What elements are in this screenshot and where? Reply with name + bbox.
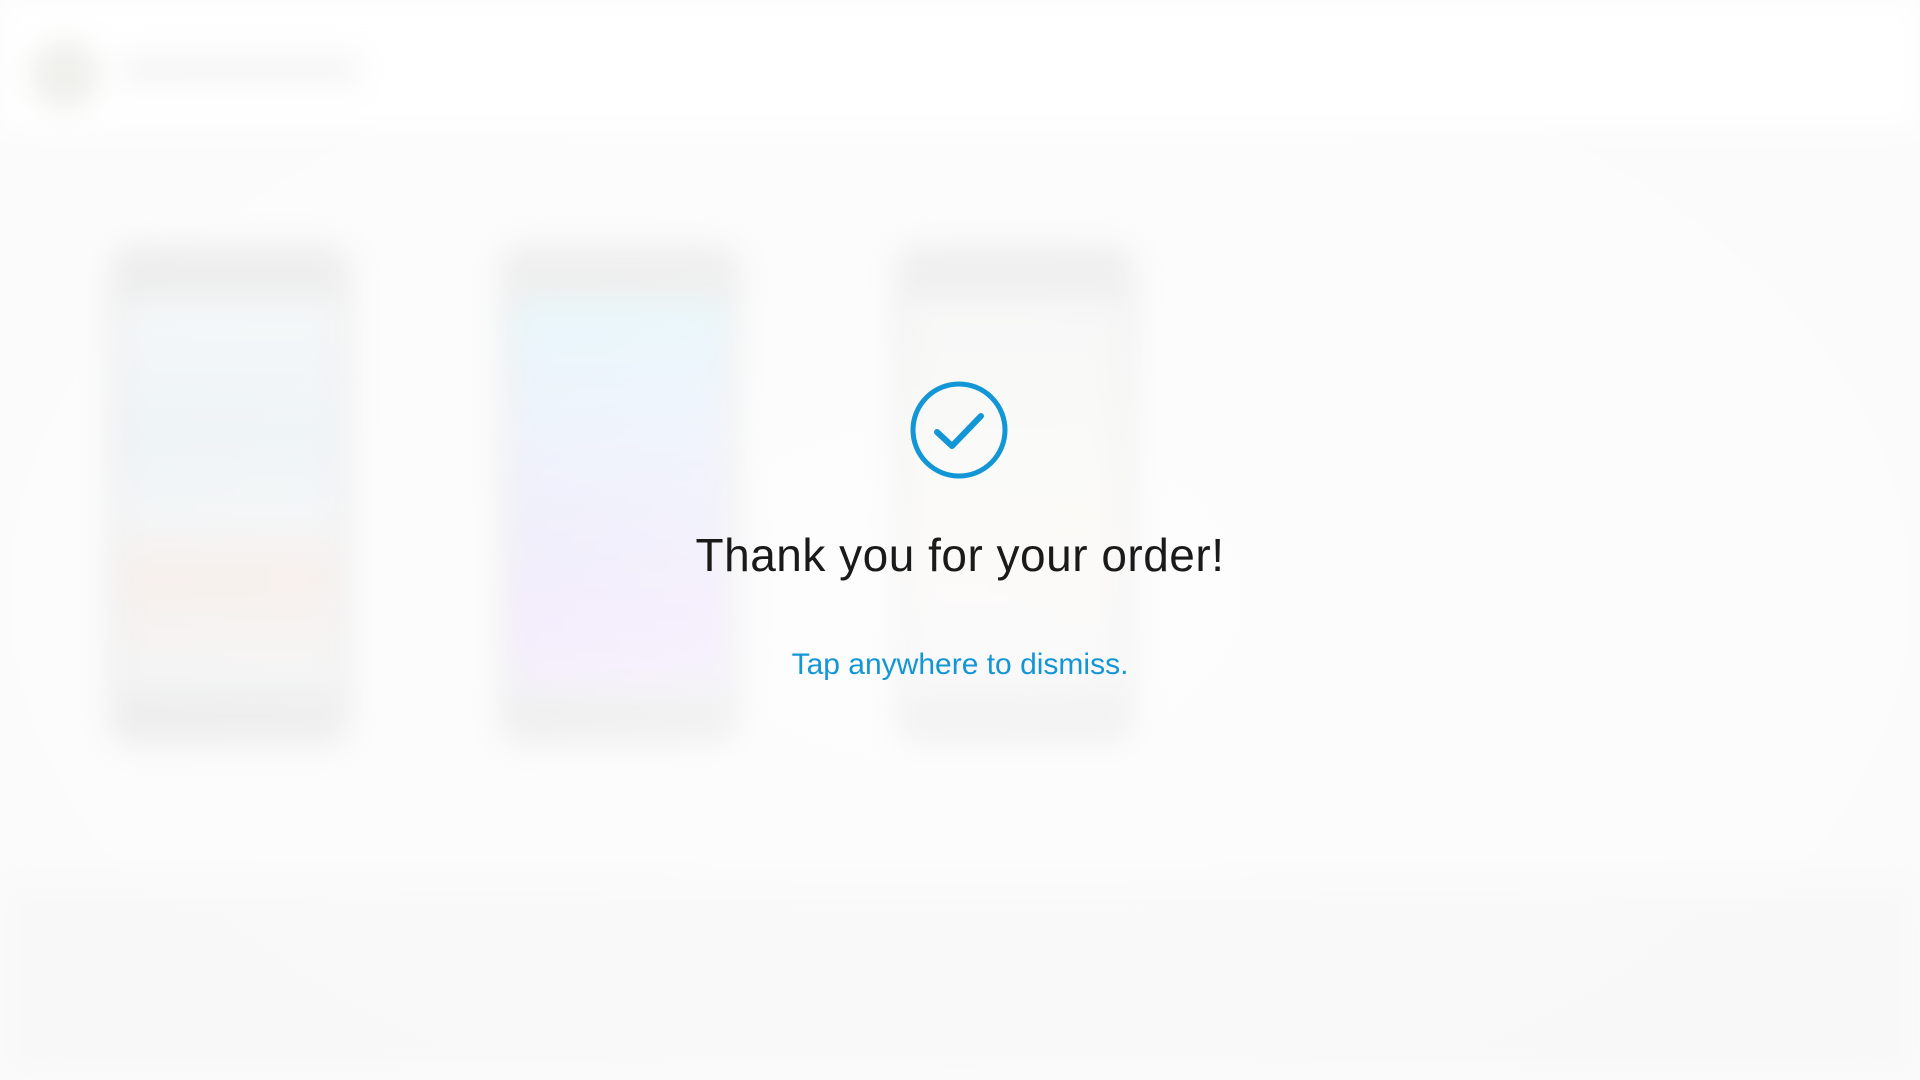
confirmation-title: Thank you for your order! bbox=[695, 529, 1225, 581]
dismiss-overlay[interactable]: Thank you for your order! Tap anywhere t… bbox=[0, 0, 1920, 1080]
check-circle-icon bbox=[910, 381, 1008, 479]
dismiss-hint[interactable]: Tap anywhere to dismiss. bbox=[0, 648, 1920, 682]
order-confirmation-page: Thank you for your order! Tap anywhere t… bbox=[0, 0, 1920, 1080]
